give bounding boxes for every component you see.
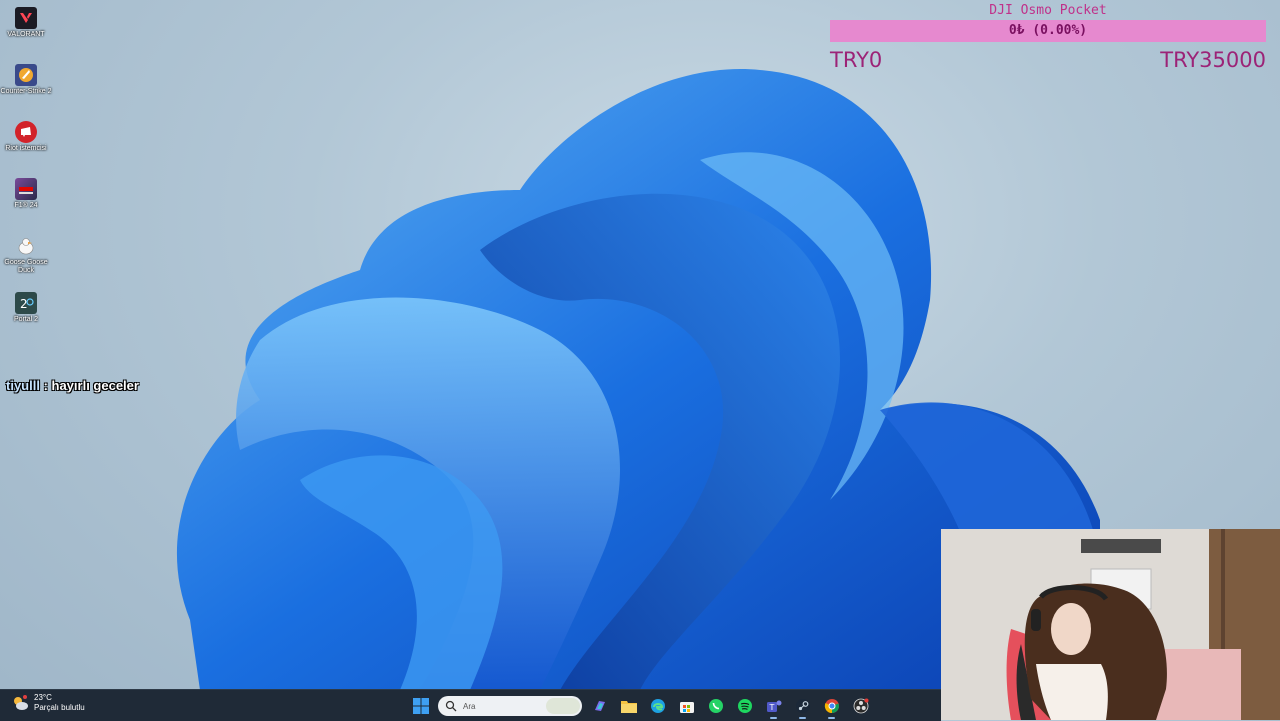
desktop-icon-counter-strike-2[interactable]: Counter-Strike 2 <box>0 61 52 118</box>
desktop-icon-label: Riot istemcisi <box>5 145 47 152</box>
desktop-icon-label: Portal 2 <box>13 316 39 323</box>
goose-goose-duck-icon <box>15 235 37 257</box>
donation-goal-min: TRY0 <box>830 48 883 72</box>
taskbar-app-edge[interactable] <box>643 693 672 719</box>
weather-temp: 23°C <box>34 693 52 702</box>
teams-icon: T <box>766 700 781 712</box>
webcam-feed <box>941 529 1280 720</box>
edge-icon <box>650 699 665 713</box>
chat-separator: : <box>39 378 52 393</box>
taskbar-app-steam[interactable] <box>788 693 817 719</box>
donation-goal-progress-text: 0₺ (0.00%) <box>1008 23 1088 38</box>
desktop-icons: VALORANT Counter-Strike 2 Riot istemcisi… <box>0 4 52 346</box>
desktop-icon-f1-24[interactable]: F1® 24 <box>0 175 52 232</box>
microsoft-store-icon <box>679 702 694 713</box>
taskbar-app-chrome[interactable] <box>817 693 846 719</box>
taskbar-app-spotify[interactable] <box>730 693 759 719</box>
desktop-icon-label: Counter-Strike 2 <box>0 88 52 95</box>
riot-client-icon <box>15 121 37 143</box>
weather-desc: Parçalı bulutlu <box>34 703 85 712</box>
file-explorer-icon <box>620 701 637 713</box>
chat-text: hayırlı geceler <box>51 378 139 393</box>
search-highlight-icon <box>546 698 580 714</box>
taskbar-app-teams[interactable]: T <box>759 693 788 719</box>
obs-icon <box>853 698 868 714</box>
taskbar-search-box[interactable]: Ara <box>438 696 582 716</box>
taskbar-app-obs[interactable] <box>846 693 875 719</box>
chat-username: tiyulll <box>6 378 40 393</box>
taskbar-app-copilot[interactable] <box>585 693 614 719</box>
portal-2-icon: 2 <box>15 292 37 314</box>
donation-goal-max: TRY35000 <box>1160 48 1266 72</box>
svg-text:2: 2 <box>20 297 28 311</box>
taskbar-app-whatsapp[interactable] <box>701 693 730 719</box>
spotify-icon <box>737 699 752 713</box>
desktop-icon-portal-2[interactable]: 2 Portal 2 <box>0 289 52 346</box>
taskbar-app-file-explorer[interactable] <box>614 693 643 719</box>
search-icon <box>445 700 457 712</box>
donation-goal-bar: 0₺ (0.00%) <box>830 20 1266 42</box>
taskbar: 23°C Parçalı bulutlu Ara T <box>0 689 941 721</box>
windows-start-icon <box>412 698 429 714</box>
desktop-icon-label: Goose Goose Duck <box>4 259 48 274</box>
svg-text:T: T <box>768 703 774 712</box>
weather-icon <box>10 693 30 713</box>
chat-message: tiyulll : hayırlı geceler <box>6 378 139 393</box>
weather-widget[interactable]: 23°C Parçalı bulutlu <box>10 693 85 713</box>
desktop-icon-label: F1® 24 <box>14 202 38 209</box>
whatsapp-icon <box>708 699 723 713</box>
desktop-icon-goose-goose-duck[interactable]: Goose Goose Duck <box>0 232 52 289</box>
chrome-icon <box>824 699 839 714</box>
counter-strike-icon <box>15 64 37 86</box>
valorant-icon <box>15 7 37 29</box>
desktop-icon-label: VALORANT <box>7 31 45 38</box>
copilot-icon <box>594 701 605 711</box>
taskbar-app-microsoft-store[interactable] <box>672 693 701 719</box>
search-placeholder: Ara <box>463 701 476 711</box>
desktop-icon-riot-client[interactable]: Riot istemcisi <box>0 118 52 175</box>
donation-goal-widget: DJI Osmo Pocket 0₺ (0.00%) TRY0 TRY35000 <box>830 2 1266 72</box>
donation-goal-title: DJI Osmo Pocket <box>989 3 1107 18</box>
f1-24-icon <box>15 178 37 200</box>
start-button[interactable] <box>406 693 435 719</box>
steam-icon <box>795 699 810 713</box>
desktop-icon-valorant[interactable]: VALORANT <box>0 4 52 61</box>
